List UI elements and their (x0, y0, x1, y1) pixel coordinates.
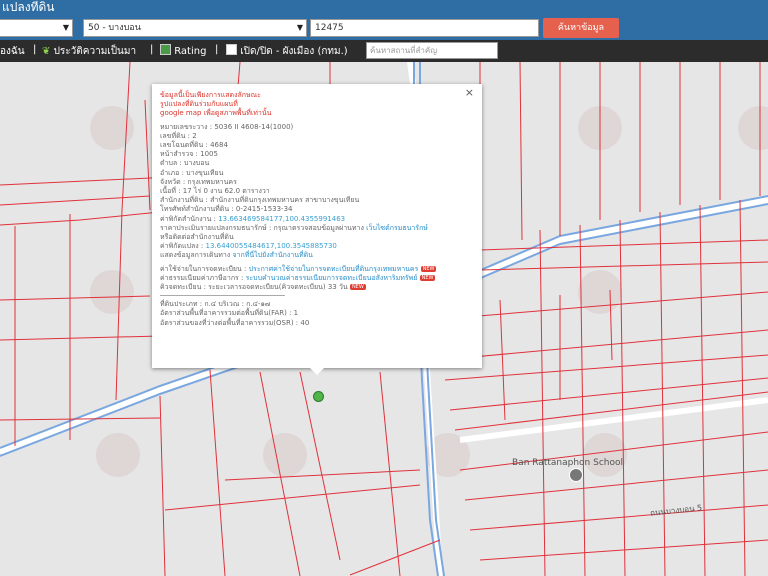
new-badge: NEW (419, 274, 436, 281)
search-bar: ▼ 50 - บางบอน ▼ 12475 ค้นหาข้อมูล (0, 16, 768, 40)
district-select[interactable]: 50 - บางบอน ▼ (83, 19, 307, 37)
search-button[interactable]: ค้นหาข้อมูล (543, 18, 619, 38)
toolbar-separator: | (215, 44, 219, 55)
toolbar-item-history[interactable]: ❦ ประวัติความเป็นมา (42, 44, 136, 59)
parcel-number-input[interactable]: 12475 (310, 19, 539, 37)
land-office-phone: โทรศัพท์สำนักงานที่ดิน : 0-2415-1533-34 (160, 205, 293, 214)
checkbox-icon (160, 44, 171, 55)
office-coordinate: ค่าพิกัดสำนักงาน : 13.663469584177,100.4… (160, 214, 346, 223)
directions: แสดงข้อมูลการเดินทาง จากที่นี่ไปยังสำนัก… (160, 251, 313, 260)
appraisal-contact: หรือติดต่อสำนักงานที่ดิน (160, 233, 234, 242)
sprout-icon: ❦ (42, 46, 51, 57)
parcel-sheet: หมายเลขระวาง : 5036 II 4608-14(1000) (160, 122, 294, 131)
deed-number: เลขโฉนดที่ดิน : 4684 (160, 141, 228, 150)
tax-fee: ค่าธรรมเนียมค่าภาษีอากร : ระบบคำนวณค่าธร… (160, 273, 436, 282)
chevron-down-icon: ▼ (62, 23, 69, 32)
popup-tail (309, 367, 325, 375)
treasury-website-link[interactable]: เว็บไซต์กรมธนารักษ์ (366, 224, 428, 232)
toolbar: องฉัน | ❦ ประวัติความเป็นมา | Rating | เ… (0, 40, 768, 62)
toolbar-item-zoning-toggle[interactable]: เปิด/ปิด - ผังเมือง (กทม.) (226, 44, 348, 59)
parcel-coordinate-link[interactable]: 13.6440055484617,100.3545885730 (205, 242, 336, 250)
registration-queue: คิวจดทะเบียน : ระยะเวลารอจดทะเบียน(คิวจด… (160, 283, 366, 292)
appraisal-price: ราคาประเมินรายแปลงกรมธนารักษ์ : กรุณาตรว… (160, 223, 428, 232)
location-marker-icon[interactable] (313, 391, 324, 402)
registration-fee: ค่าใช้จ่ายในการจดทะเบียน : ประกาศค่าใช้จ… (160, 264, 437, 273)
survey-page: หน้าสำรวจ : 1005 (160, 150, 218, 159)
parcel-info-popup: × ข้อมูลนี้เป็นเพียงการแสดงลักษณะ รูปแปล… (152, 84, 482, 368)
province: จังหวัด : กรุงเทพมหานคร (160, 177, 237, 186)
divider (160, 295, 285, 297)
chevron-down-icon: ▼ (296, 23, 303, 32)
school-label: Ban Rattanaphon School (512, 458, 623, 468)
popup-warning: ข้อมูลนี้เป็นเพียงการแสดงลักษณะ รูปแปลงท… (160, 91, 272, 118)
toolbar-item-rating[interactable]: Rating (160, 44, 206, 57)
district: อำเภอ : บางขุนเทียน (160, 168, 224, 177)
page-title: แปลงที่ดิน (2, 0, 55, 14)
toolbar-separator: | (150, 44, 154, 55)
office-coordinate-link[interactable]: 13.663469584177,100.4355991463 (218, 215, 345, 223)
subdistrict: ตำบล : บางบอน (160, 159, 210, 168)
tax-calculator-link[interactable]: ระบบคำนวณค่าธรรมเนียมการจดทะเบียนอสังหาร… (246, 274, 418, 282)
checkbox-icon (226, 44, 237, 55)
close-icon[interactable]: × (465, 87, 474, 98)
school-icon[interactable] (569, 468, 583, 482)
toolbar-separator: | (33, 44, 37, 55)
land-number: เลขที่ดิน : 2 (160, 131, 197, 140)
far-ratio: อัตราส่วนพื้นที่อาคารรวมต่อพื้นที่ดิน(FA… (160, 309, 299, 318)
osr-ratio: อัตราส่วนของที่ว่างต่อพื้นที่อาคารรวม(OS… (160, 318, 310, 327)
new-badge: NEW (420, 265, 437, 272)
toolbar-item-location[interactable]: องฉัน (0, 44, 25, 59)
area: เนื้อที่ : 17 ไร่ 0 งาน 62.0 ตารางวา (160, 187, 270, 196)
new-badge: NEW (349, 284, 366, 291)
province-select[interactable]: ▼ (0, 19, 73, 37)
registration-fee-link[interactable]: ประกาศค่าใช้จ่ายในการจดทะเบียนที่ดินกรุง… (249, 265, 419, 273)
app-titlebar: แปลงที่ดิน (0, 0, 768, 16)
place-search-input[interactable]: ค้นหาสถานที่สำคัญ (366, 42, 498, 59)
directions-link[interactable]: จากที่นี่ไปยังสำนักงานที่ดิน (232, 251, 312, 259)
